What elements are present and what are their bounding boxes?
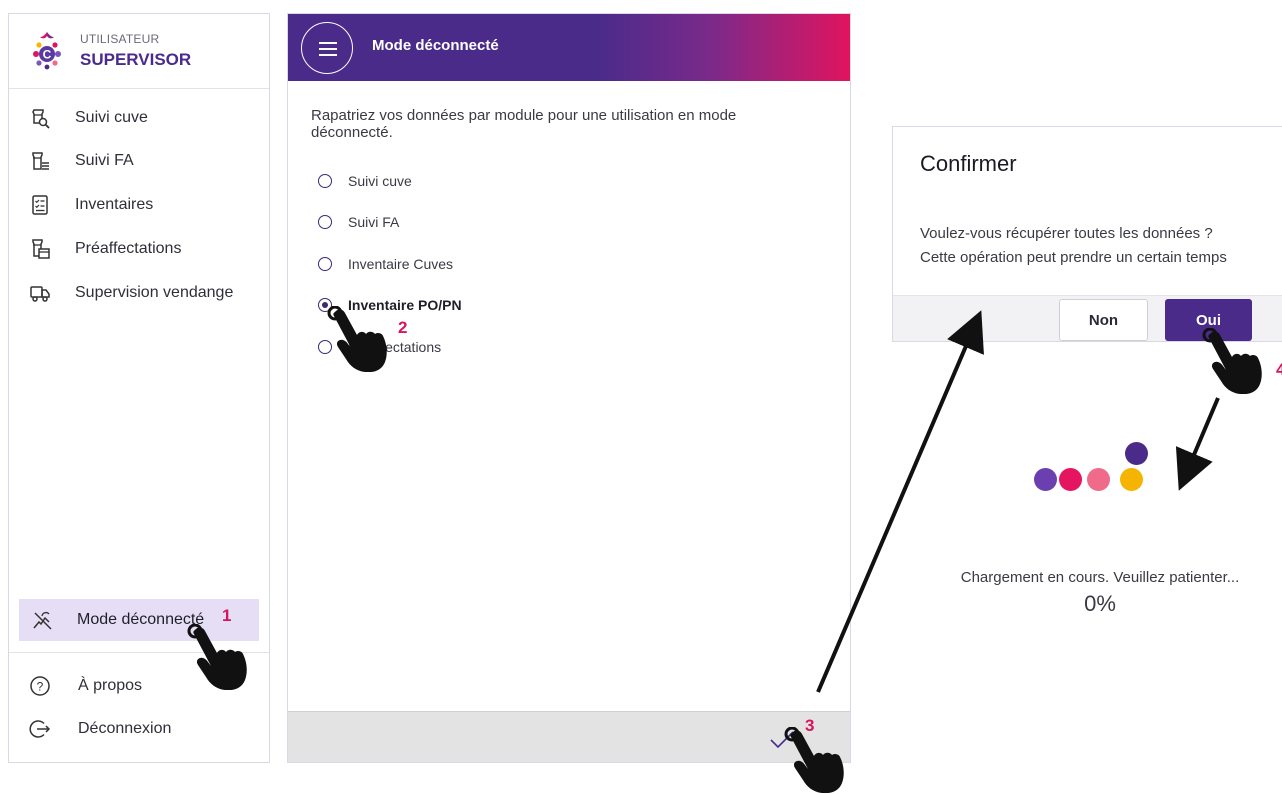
menu-button[interactable] xyxy=(301,22,353,74)
logout-icon xyxy=(29,720,51,738)
radio-label: Suivi cuve xyxy=(348,173,412,189)
confirm-dialog: Confirmer Voulez-vous récupérer toutes l… xyxy=(892,126,1282,342)
offline-icon xyxy=(33,611,52,630)
loader-dot xyxy=(1087,468,1110,491)
sidebar-item-label: Déconnexion xyxy=(78,720,172,737)
user-role-label: UTILISATEUR xyxy=(80,32,160,46)
sidebar-divider xyxy=(9,652,269,653)
step-number: 1 xyxy=(222,606,232,625)
sidebar-item-supervision-vendange[interactable]: Supervision vendange xyxy=(9,273,269,313)
tank-calendar-icon xyxy=(32,239,50,259)
confirm-button[interactable]: Oui xyxy=(1165,299,1252,341)
sidebar-item-a-propos[interactable]: ? À propos xyxy=(9,666,269,706)
validate-check-icon[interactable] xyxy=(768,730,796,750)
radio-button-checked[interactable] xyxy=(318,298,332,312)
radio-button[interactable] xyxy=(318,340,332,354)
user-name: SUPERVISOR xyxy=(80,50,192,69)
hamburger-icon xyxy=(319,42,337,44)
sidebar-header: C UTILISATEUR SUPERVISOR xyxy=(9,14,269,89)
sidebar-item-inventaires[interactable]: Inventaires xyxy=(9,185,269,225)
sidebar-item-label: Suivi cuve xyxy=(75,109,148,126)
radio-button[interactable] xyxy=(318,257,332,271)
radio-button[interactable] xyxy=(318,174,332,188)
svg-text:?: ? xyxy=(37,680,44,694)
dialog-message-line: Voulez-vous récupérer toutes les données… xyxy=(920,225,1213,242)
truck-icon xyxy=(30,286,50,302)
loading-percent: 0% xyxy=(1084,591,1116,616)
sidebar-item-label: À propos xyxy=(78,677,143,694)
radio-button[interactable] xyxy=(318,215,332,229)
sidebar-item-deconnexion[interactable]: Déconnexion xyxy=(9,709,269,749)
radio-label: Préaffectations xyxy=(348,339,442,355)
arrow xyxy=(1175,397,1220,491)
radio-label: Suivi FA xyxy=(348,214,400,230)
help-icon: ? xyxy=(30,676,50,696)
dialog-message: Voulez-vous récupérer toutes les données… xyxy=(920,222,1280,270)
dialog-message-line: Cette opération peut prendre un certain … xyxy=(920,249,1227,266)
panel-footer xyxy=(288,711,850,762)
sidebar-item-suivi-cuve[interactable]: Suivi cuve xyxy=(9,98,269,138)
sidebar-item-label: Préaffectations xyxy=(75,240,182,257)
step-number: 4 xyxy=(1276,360,1282,379)
panel-header: Mode déconnecté xyxy=(288,14,850,81)
checklist-icon xyxy=(32,195,48,215)
tank-search-icon xyxy=(32,109,50,129)
sidebar-item-label: Suivi FA xyxy=(75,152,134,169)
panel-description: Rapatriez vos données par module pour un… xyxy=(311,107,737,141)
step-number: 3 xyxy=(805,716,815,735)
loader-dot xyxy=(1034,468,1057,491)
svg-text:C: C xyxy=(43,48,52,62)
sidebar-item-label: Inventaires xyxy=(75,196,154,213)
loader-dot xyxy=(1059,468,1082,491)
loader-dot xyxy=(1120,468,1143,491)
step-number: 2 xyxy=(398,318,408,337)
tank-list-icon xyxy=(32,152,49,170)
loader-dot xyxy=(1125,442,1148,465)
loading-message: Chargement en cours. Veuillez patienter.… xyxy=(960,569,1240,586)
sidebar-item-preaffectations[interactable]: Préaffectations xyxy=(9,229,269,269)
cancel-button[interactable]: Non xyxy=(1059,299,1148,341)
sidebar-item-suivi-fa[interactable]: Suivi FA xyxy=(9,141,269,181)
radio-label: Inventaire PO/PN xyxy=(348,297,462,313)
sidebar: C UTILISATEUR SUPERVISOR Suivi cuve Suiv… xyxy=(8,13,270,763)
sidebar-item-label: Mode déconnecté xyxy=(77,611,205,628)
sidebar-item-label: Supervision vendange xyxy=(75,284,234,301)
offline-mode-panel: Mode déconnecté Rapatriez vos données pa… xyxy=(287,13,851,763)
app-logo: C xyxy=(33,32,61,70)
page-title: Mode déconnecté xyxy=(372,37,499,54)
dialog-footer: Non Oui xyxy=(893,295,1282,341)
radio-label: Inventaire Cuves xyxy=(348,256,454,272)
dialog-title: Confirmer xyxy=(920,151,1017,176)
